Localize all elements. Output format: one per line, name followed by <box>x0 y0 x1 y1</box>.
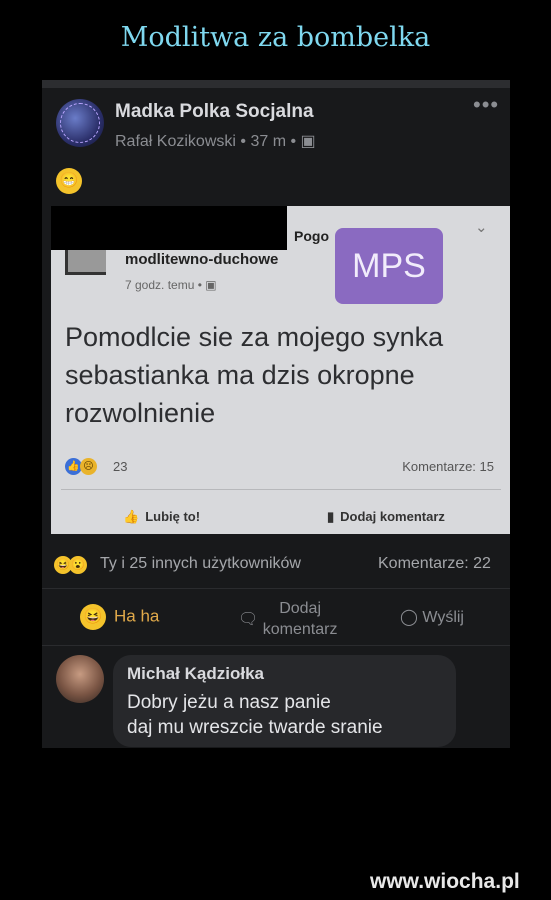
wow-reaction-icon: 😮 <box>69 556 87 574</box>
sad-reaction-icon: ☹ <box>80 458 97 475</box>
thumbs-up-icon: 👍 <box>123 509 140 524</box>
shared-post-screenshot: Pogo ⌄ modlitewno-duchowe 7 godz. temu •… <box>51 206 510 534</box>
divider <box>42 588 510 589</box>
page-title: Modlitwa za bombelka <box>120 22 431 53</box>
shared-page-avatar <box>65 250 106 275</box>
send-button[interactable]: ◯ Wyślij <box>400 607 464 627</box>
chevron-down-icon: ⌄ <box>475 219 488 236</box>
comment-bubble-icon: 🗨 <box>238 611 259 628</box>
watermark: www.wiocha.pl <box>370 870 520 893</box>
shared-page-name: modlitewno-duchowe <box>125 251 279 268</box>
card-top-border <box>42 80 510 88</box>
haha-button[interactable]: 😆 Ha ha <box>80 604 159 630</box>
group-avatar[interactable] <box>56 99 104 147</box>
shared-comment-button: ▮ Dodaj komentarz <box>327 509 445 524</box>
add-comment-button[interactable]: 🗨 Dodaj komentarz <box>238 598 337 640</box>
shared-post-text: Pomodlcie sie za mojego synka sebastiank… <box>65 322 444 428</box>
meta-separator: • <box>240 133 246 150</box>
comment-text: Dobry jeżu a nasz panie daj mu wreszcie t… <box>127 692 383 738</box>
divider <box>61 489 501 490</box>
group-icon: ▣ <box>300 133 316 150</box>
comment-count[interactable]: Komentarze: 22 <box>378 555 491 573</box>
shared-reaction-count: 23 <box>113 459 128 474</box>
post-meta: Rafał Kozikowski • 37 m • ▣ <box>115 131 316 151</box>
mps-badge: MPS <box>335 228 443 304</box>
author-name[interactable]: Rafał Kozikowski <box>115 133 236 150</box>
globe-icon: ▣ <box>205 278 217 292</box>
commenter-avatar[interactable] <box>56 655 104 703</box>
redaction-bar <box>51 206 287 250</box>
reaction-summary[interactable]: Ty i 25 innych użytkowników <box>100 555 301 573</box>
messenger-icon: ◯ <box>400 609 418 626</box>
shared-comment-count: Komentarze: 15 <box>402 459 494 474</box>
commenter-name[interactable]: Michał Kądziołka <box>127 664 264 684</box>
shared-post-time: 7 godz. temu • ▣ <box>125 278 217 292</box>
group-name[interactable]: Madka Polka Socjalna <box>115 101 314 123</box>
comment-icon: ▮ <box>327 509 335 524</box>
shared-like-button: 👍 Lubię to! <box>123 509 201 524</box>
reaction-icons[interactable]: 😆😮 <box>54 555 87 574</box>
divider <box>42 645 510 646</box>
more-options-icon[interactable]: ••• <box>473 92 499 118</box>
grinning-emoji: 😁 <box>56 168 82 194</box>
haha-emoji-icon: 😆 <box>80 604 106 630</box>
meta-separator: • <box>290 133 297 150</box>
shared-page-name-partial: Pogo <box>294 228 329 244</box>
post-time[interactable]: 37 m <box>250 133 286 150</box>
